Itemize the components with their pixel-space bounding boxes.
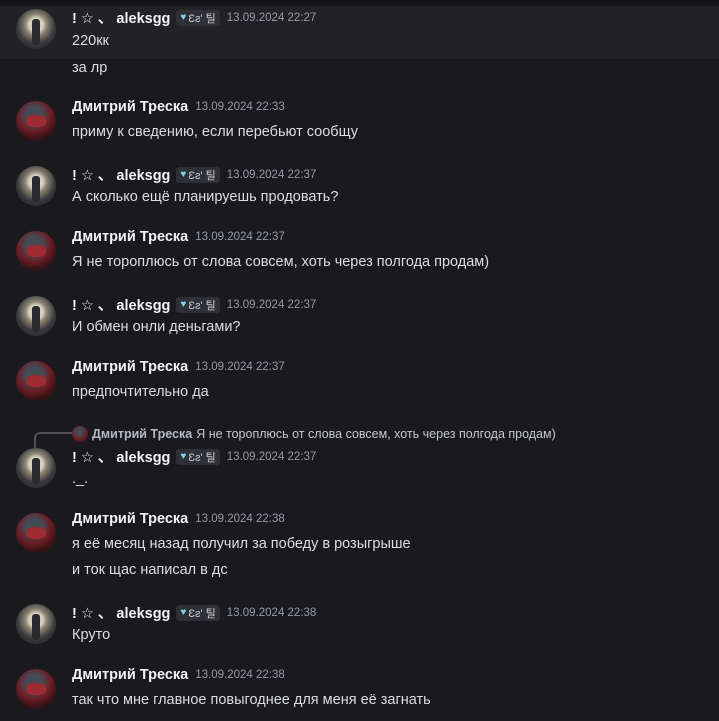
reply-author[interactable]: Дмитрий Треска bbox=[92, 427, 192, 441]
heart-icon: ♥ bbox=[180, 299, 187, 310]
timestamp[interactable]: 13.09.2024 22:37 bbox=[227, 451, 317, 463]
message-text: 220кк bbox=[72, 33, 109, 49]
heart-icon: ♥ bbox=[180, 451, 187, 462]
avatar[interactable] bbox=[16, 448, 56, 488]
username[interactable]: ! ☆ 、 aleksgg bbox=[72, 7, 170, 28]
heart-icon: ♥ bbox=[180, 607, 187, 618]
timestamp[interactable]: 13.09.2024 22:38 bbox=[195, 669, 285, 681]
avatar[interactable] bbox=[16, 513, 56, 553]
avatar[interactable] bbox=[16, 361, 56, 401]
server-tag-badge[interactable]: ♥ Ɛƨ' 틸 bbox=[176, 9, 220, 26]
message-header: ! ☆ 、 aleksgg ♥ Ɛƨ' 틸 13.09.2024 22:37 bbox=[72, 164, 316, 185]
timestamp[interactable]: 13.09.2024 22:38 bbox=[195, 513, 285, 525]
message-header: ! ☆ 、 aleksgg ♥ Ɛƨ' 틸 13.09.2024 22:37 bbox=[72, 446, 316, 467]
message-text: приму к сведению, если перебьют сообщу bbox=[72, 124, 358, 140]
message-text: и ток щас написал в дс bbox=[72, 562, 228, 578]
badge-label: Ɛƨ' 틸 bbox=[188, 169, 216, 182]
username[interactable]: Дмитрий Треска bbox=[72, 359, 188, 375]
timestamp[interactable]: 13.09.2024 22:33 bbox=[195, 101, 285, 113]
avatar[interactable] bbox=[16, 669, 56, 709]
message-text: предпочтительно да bbox=[72, 384, 209, 400]
badge-label: Ɛƨ' 틸 bbox=[188, 451, 216, 464]
message-text: за лр bbox=[72, 60, 108, 76]
message-text: Круто bbox=[72, 627, 111, 643]
reply-text[interactable]: Я не тороплюсь от слова совсем, хоть чер… bbox=[196, 427, 556, 441]
reply-preview[interactable]: Дмитрий Треска Я не тороплюсь от слова со… bbox=[72, 426, 556, 442]
message-text: Я не тороплюсь от слова совсем, хоть чер… bbox=[72, 254, 490, 270]
timestamp[interactable]: 13.09.2024 22:37 bbox=[227, 299, 317, 311]
message-header: Дмитрий Треска 13.09.2024 22:38 bbox=[72, 667, 285, 683]
username[interactable]: ! ☆ 、 aleksgg bbox=[72, 602, 170, 623]
badge-label: Ɛƨ' 틸 bbox=[188, 607, 216, 620]
avatar[interactable] bbox=[16, 231, 56, 271]
username[interactable]: ! ☆ 、 aleksgg bbox=[72, 446, 170, 467]
username[interactable]: Дмитрий Треска bbox=[72, 229, 188, 245]
message-text: так что мне главное повыгоднее для меня … bbox=[72, 692, 431, 708]
badge-label: Ɛƨ' 틸 bbox=[188, 12, 216, 25]
timestamp[interactable]: 13.09.2024 22:37 bbox=[195, 231, 285, 243]
badge-label: Ɛƨ' 틸 bbox=[188, 299, 216, 312]
username[interactable]: Дмитрий Треска bbox=[72, 511, 188, 527]
timestamp[interactable]: 13.09.2024 22:27 bbox=[227, 12, 317, 24]
message-text: ._. bbox=[72, 471, 89, 487]
reply-avatar bbox=[72, 426, 88, 442]
server-tag-badge[interactable]: ♥ Ɛƨ' 틸 bbox=[176, 166, 220, 183]
avatar[interactable] bbox=[16, 166, 56, 206]
message-header: ! ☆ 、 aleksgg ♥ Ɛƨ' 틸 13.09.2024 22:27 bbox=[72, 7, 316, 28]
avatar[interactable] bbox=[16, 9, 56, 49]
server-tag-badge[interactable]: ♥ Ɛƨ' 틸 bbox=[176, 604, 220, 621]
username[interactable]: Дмитрий Треска bbox=[72, 99, 188, 115]
message-header: Дмитрий Треска 13.09.2024 22:38 bbox=[72, 511, 285, 527]
reply-connector bbox=[34, 432, 72, 448]
timestamp[interactable]: 13.09.2024 22:37 bbox=[195, 361, 285, 373]
heart-icon: ♥ bbox=[180, 12, 187, 23]
message-text: я её месяц назад получил за победу в роз… bbox=[72, 536, 411, 552]
avatar[interactable] bbox=[16, 101, 56, 141]
username[interactable]: Дмитрий Треска bbox=[72, 667, 188, 683]
message-header: ! ☆ 、 aleksgg ♥ Ɛƨ' 틸 13.09.2024 22:37 bbox=[72, 294, 316, 315]
avatar[interactable] bbox=[16, 604, 56, 644]
message-header: ! ☆ 、 aleksgg ♥ Ɛƨ' 틸 13.09.2024 22:38 bbox=[72, 602, 316, 623]
username[interactable]: ! ☆ 、 aleksgg bbox=[72, 294, 170, 315]
message-header: Дмитрий Треска 13.09.2024 22:33 bbox=[72, 99, 285, 115]
username[interactable]: ! ☆ 、 aleksgg bbox=[72, 164, 170, 185]
server-tag-badge[interactable]: ♥ Ɛƨ' 틸 bbox=[176, 296, 220, 313]
timestamp[interactable]: 13.09.2024 22:37 bbox=[227, 169, 317, 181]
avatar[interactable] bbox=[16, 296, 56, 336]
message-text: И обмен онли деньгами? bbox=[72, 319, 241, 335]
message-header: Дмитрий Треска 13.09.2024 22:37 bbox=[72, 359, 285, 375]
heart-icon: ♥ bbox=[180, 169, 187, 180]
timestamp[interactable]: 13.09.2024 22:38 bbox=[227, 607, 317, 619]
server-tag-badge[interactable]: ♥ Ɛƨ' 틸 bbox=[176, 448, 220, 465]
message-header: Дмитрий Треска 13.09.2024 22:37 bbox=[72, 229, 285, 245]
message-text: А сколько ещё планируешь продовать? bbox=[72, 189, 339, 205]
